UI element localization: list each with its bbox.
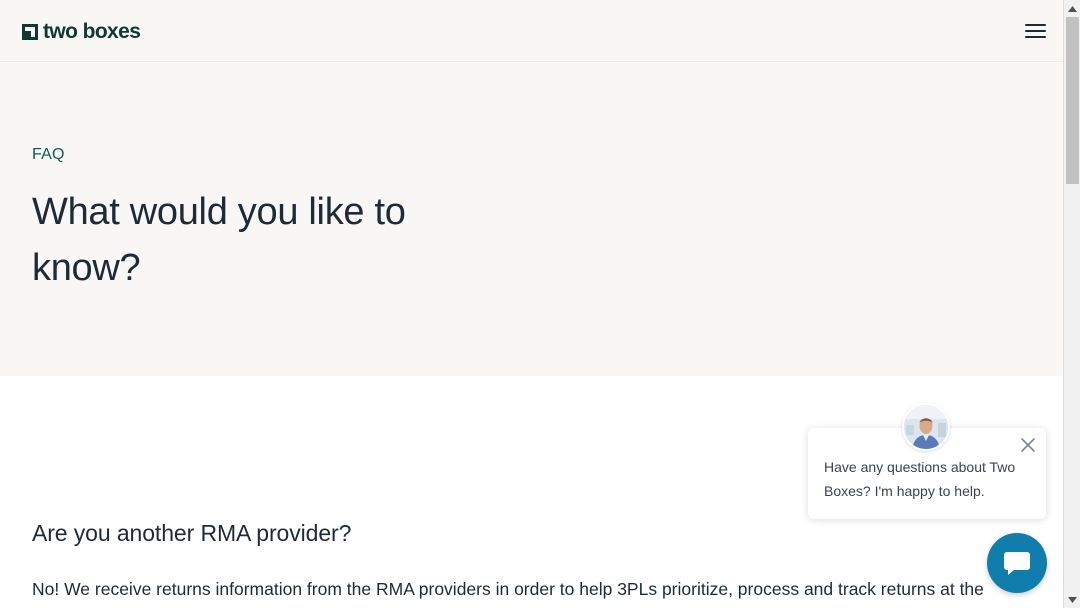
close-icon[interactable] <box>1018 435 1038 455</box>
hamburger-menu-icon[interactable] <box>1022 19 1050 45</box>
chat-message: Have any questions about Two Boxes? I'm … <box>824 459 1016 499</box>
scrollbar-thumb[interactable] <box>1066 17 1079 184</box>
vertical-scrollbar[interactable] <box>1063 0 1080 608</box>
chat-launcher-button[interactable] <box>987 533 1047 593</box>
hero-section: FAQ What would you like to know? <box>0 63 1063 376</box>
site-header: two boxes <box>0 0 1063 62</box>
faq-question[interactable]: Are you another RMA provider? <box>32 520 351 547</box>
section-eyebrow: FAQ <box>32 146 65 163</box>
page-title: What would you like to know? <box>32 191 406 289</box>
page: two boxes FAQ What would you like to kno… <box>0 0 1063 608</box>
agent-avatar-icon <box>902 403 950 451</box>
logo-link[interactable]: two boxes <box>22 18 141 46</box>
logo-text: two boxes <box>43 20 141 43</box>
faq-answer: No! We receive returns information from … <box>32 579 984 599</box>
chat-bubble-icon <box>1004 552 1030 575</box>
scroll-down-arrow-icon[interactable] <box>1064 591 1080 608</box>
box-mark-icon <box>22 24 38 40</box>
scroll-up-arrow-icon[interactable] <box>1064 0 1080 17</box>
